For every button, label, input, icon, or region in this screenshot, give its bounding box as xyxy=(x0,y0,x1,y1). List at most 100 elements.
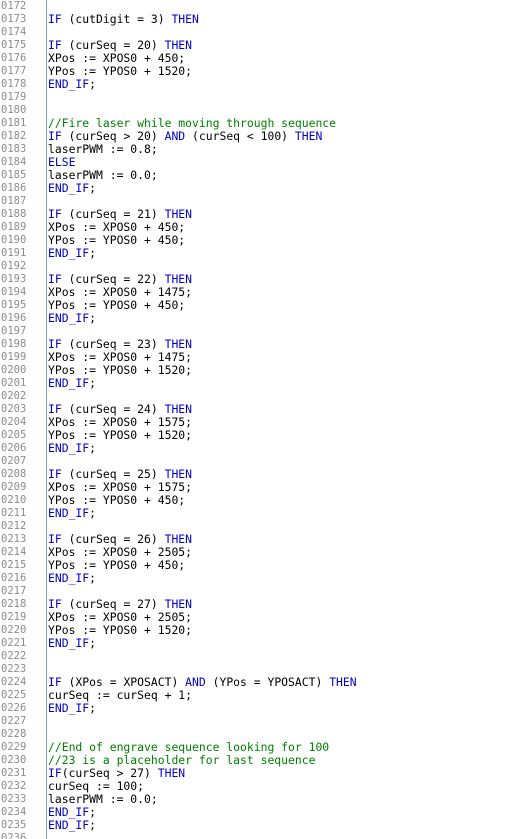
keyword-token: IF xyxy=(48,337,62,351)
line-number: 0188 xyxy=(1,208,27,220)
line-number: 0176 xyxy=(1,52,27,64)
line-number: 0215 xyxy=(1,559,27,571)
code-token: ; xyxy=(89,441,97,455)
code-text[interactable]: END_IF; xyxy=(48,78,96,91)
code-token: (curSeq = 27) xyxy=(61,597,165,611)
code-token: XPos := XPOS0 + 1575; xyxy=(48,480,193,494)
code-text[interactable]: END_IF; xyxy=(48,247,96,260)
line-number: 0208 xyxy=(1,468,27,480)
line-number: 0198 xyxy=(1,338,27,350)
code-line[interactable]: 0216 END_IF; xyxy=(0,572,512,585)
code-line[interactable]: 0186 END_IF; xyxy=(0,182,512,195)
code-token: YPos := YPOS0 + 450; xyxy=(48,558,186,572)
keyword-token: THEN xyxy=(164,402,193,416)
keyword-token: THEN xyxy=(164,272,193,286)
line-number: 0230 xyxy=(1,754,27,766)
line-number: 0192 xyxy=(1,260,27,272)
code-line[interactable]: 0183 laserPWM := 0.8; xyxy=(0,143,512,156)
keyword-token: ELSE xyxy=(48,155,76,169)
line-number: 0211 xyxy=(1,507,27,519)
line-number: 0197 xyxy=(1,325,27,337)
line-number: 0200 xyxy=(1,364,27,376)
code-text[interactable]: END_IF; xyxy=(48,702,96,715)
code-text[interactable]: END_IF; xyxy=(48,312,96,325)
line-number: 0233 xyxy=(1,793,27,805)
line-number: 0203 xyxy=(1,403,27,415)
code-token: XPos := XPOS0 + 1475; xyxy=(48,285,193,299)
keyword-token: END_IF xyxy=(48,506,90,520)
code-line[interactable]: 0191 END_IF; xyxy=(0,247,512,260)
code-line[interactable]: 0211 END_IF; xyxy=(0,507,512,520)
code-editor[interactable]: 0172 0173 IF (cutDigit = 3) THEN 0174 0175 IF… xyxy=(0,0,512,839)
line-number: 0178 xyxy=(1,78,27,90)
keyword-token: END_IF xyxy=(48,441,90,455)
line-number: 0232 xyxy=(1,780,27,792)
code-text[interactable]: END_IF; xyxy=(48,507,96,520)
code-token: (curSeq = 20) xyxy=(61,38,165,52)
code-token: ; xyxy=(89,311,97,325)
code-line[interactable]: 0206 END_IF; xyxy=(0,442,512,455)
code-lines[interactable]: 0172 0173 IF (cutDigit = 3) THEN 0174 0175 IF… xyxy=(0,0,512,839)
code-line[interactable]: 0227 xyxy=(0,715,512,728)
code-token: (curSeq = 24) xyxy=(61,402,165,416)
keyword-token: END_IF xyxy=(48,818,90,832)
code-token: XPos := XPOS0 + 1575; xyxy=(48,415,193,429)
line-number: 0177 xyxy=(1,65,27,77)
code-token: (cutDigit = 3) xyxy=(61,12,172,26)
code-text[interactable]: END_IF; xyxy=(48,377,96,390)
line-number: 0179 xyxy=(1,91,27,103)
line-number: 0227 xyxy=(1,715,27,727)
code-line[interactable]: 0196 END_IF; xyxy=(0,312,512,325)
keyword-token: THEN xyxy=(164,597,193,611)
code-line[interactable]: 0236 xyxy=(0,832,512,839)
code-line[interactable]: 0173 IF (cutDigit = 3) THEN xyxy=(0,13,512,26)
code-text[interactable]: IF (cutDigit = 3) THEN xyxy=(48,13,199,26)
code-token: (curSeq < 100) xyxy=(185,129,295,143)
keyword-token: END_IF xyxy=(48,805,90,819)
code-token: ; xyxy=(89,636,97,650)
keyword-token: END_IF xyxy=(48,636,90,650)
code-text[interactable]: END_IF; xyxy=(48,182,96,195)
keyword-token: THEN xyxy=(164,337,193,351)
keyword-token: THEN xyxy=(164,532,193,546)
code-text[interactable]: END_IF; xyxy=(48,819,96,832)
comment-token: //23 is a placeholder for last sequence xyxy=(48,753,316,767)
keyword-token: THEN xyxy=(294,129,323,143)
code-line[interactable]: 0221 END_IF; xyxy=(0,637,512,650)
code-token: (curSeq = 21) xyxy=(61,207,165,221)
line-number: 0234 xyxy=(1,806,27,818)
code-token: (curSeq > 20) xyxy=(61,129,165,143)
line-number: 0204 xyxy=(1,416,27,428)
line-number: 0224 xyxy=(1,676,27,688)
code-line[interactable]: 0222 xyxy=(0,650,512,663)
line-number: 0235 xyxy=(1,819,27,831)
line-number: 0219 xyxy=(1,611,27,623)
code-token: ; xyxy=(89,376,97,390)
code-token: (curSeq = 26) xyxy=(61,532,165,546)
code-token: YPos := YPOS0 + 1520; xyxy=(48,64,193,78)
code-text[interactable]: END_IF; xyxy=(48,572,96,585)
keyword-token: THEN xyxy=(164,467,193,481)
code-token: ; xyxy=(89,506,97,520)
code-token: XPos := XPOS0 + 450; xyxy=(48,220,186,234)
code-line[interactable]: 0178 END_IF; xyxy=(0,78,512,91)
code-line[interactable]: 0201 END_IF; xyxy=(0,377,512,390)
line-number: 0172 xyxy=(1,0,27,12)
line-number: 0212 xyxy=(1,520,27,532)
line-number: 0217 xyxy=(1,585,27,597)
code-token: ; xyxy=(89,805,97,819)
line-number: 0190 xyxy=(1,234,27,246)
code-text[interactable]: END_IF; xyxy=(48,637,96,650)
code-line[interactable]: 0226 END_IF; xyxy=(0,702,512,715)
line-number: 0175 xyxy=(1,39,27,51)
code-text[interactable]: END_IF; xyxy=(48,442,96,455)
keyword-token: IF xyxy=(48,38,62,52)
line-number: 0209 xyxy=(1,481,27,493)
code-line[interactable]: 0179 xyxy=(0,91,512,104)
code-line[interactable]: 0235 END_IF; xyxy=(0,819,512,832)
code-token: (curSeq = 22) xyxy=(61,272,165,286)
keyword-token: THEN xyxy=(157,766,186,780)
code-token: curSeq := curSeq + 1; xyxy=(48,688,193,702)
line-number: 0213 xyxy=(1,533,27,545)
code-token: ; xyxy=(89,181,97,195)
